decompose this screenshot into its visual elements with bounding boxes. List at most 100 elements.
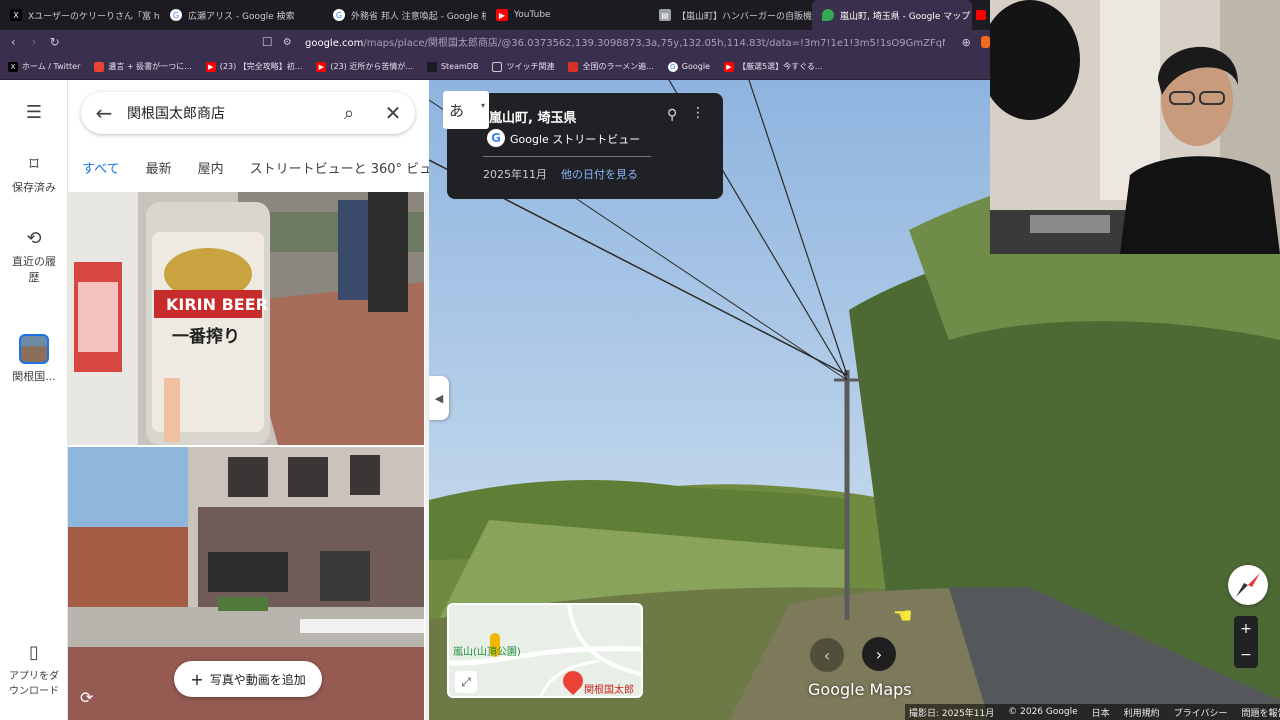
google-icon: G xyxy=(667,61,678,72)
bookmark-item[interactable]: 全国のラーメン遍... xyxy=(568,61,654,72)
photo-beer-can[interactable]: KIRIN BEER 一番搾り xyxy=(68,192,424,445)
address-bar[interactable]: google.com/maps/place/関根国太郎商店/@36.037356… xyxy=(305,34,945,49)
zoom-out-button[interactable]: − xyxy=(1234,642,1258,668)
close-icon[interactable]: ✕ xyxy=(371,101,415,125)
compass-icon[interactable] xyxy=(1228,565,1268,605)
bookmark-twitter[interactable]: X ホーム / Twitter xyxy=(8,61,80,72)
bookmark-star-icon[interactable]: ☐ xyxy=(262,35,273,49)
map-footer: 撮影日: 2025年11月 © 2026 Google 日本 利用規約 プライバ… xyxy=(905,704,1280,720)
photo-tabs: すべて 最新 屋内 ストリートビューと 360° ビュ xyxy=(68,158,429,192)
search-box[interactable]: ← 関根国太郎商店 ⌕ ✕ xyxy=(81,92,415,134)
bookmark-item[interactable]: ▶ (23) 近所から苦情が... xyxy=(316,61,413,72)
bookmark-label: (23) 近所から苦情が... xyxy=(330,62,413,71)
saved-label: 保存済み xyxy=(12,181,56,194)
bookmark-item[interactable]: ▶ (23) 【完全攻略】初... xyxy=(205,61,302,72)
saved-button[interactable]: ⌑ 保存済み xyxy=(0,154,68,195)
footer-privacy[interactable]: プライバシー xyxy=(1174,706,1228,719)
tab-youtube[interactable]: ▶ YouTube xyxy=(486,0,649,30)
recent-button[interactable]: ⟲ 直近の履歴 xyxy=(0,228,68,285)
google-icon: G xyxy=(487,129,505,147)
google-icon: G xyxy=(333,9,345,21)
bookmark-label: 【厳選5選】今すぐる... xyxy=(737,62,823,71)
tab-article[interactable]: ▤ 【嵐山町】ハンバーガーの自販機を発見し xyxy=(649,0,812,30)
bookmark-item[interactable]: 遺言 + 扱書が一つに... xyxy=(94,61,192,72)
collapse-panel-button[interactable]: ◀ xyxy=(429,376,449,420)
provider-label: Google ストリートビュー xyxy=(510,133,641,146)
place-panel: ← 関根国太郎商店 ⌕ ✕ すべて 最新 屋内 ストリートビューと 360° ビ… xyxy=(68,80,429,720)
tab-twitter[interactable]: X Xユーザーのケリーりさん「富 https://t.co/ xyxy=(0,0,160,30)
back-icon[interactable]: ‹ xyxy=(8,35,19,49)
more-vert-icon[interactable]: ⋮ xyxy=(691,105,705,121)
bookmark-google[interactable]: G Google xyxy=(667,61,710,72)
ime-indicator[interactable]: あ ▾ xyxy=(443,91,489,129)
nav-forward-arrow[interactable]: › xyxy=(862,637,896,671)
webcam-overlay xyxy=(990,0,1280,254)
url-host: google.com xyxy=(305,38,364,49)
recent-label: 直近の履歴 xyxy=(12,255,56,284)
zoom-in-button[interactable]: + xyxy=(1234,616,1258,642)
tab-google-search-1[interactable]: G 広瀬アリス - Google 検索 xyxy=(160,0,323,30)
place-label: 関根国... xyxy=(12,370,56,383)
footer-report[interactable]: 問題を報告 xyxy=(1241,706,1280,719)
capture-date: 2025年11月 xyxy=(483,168,547,181)
tab-all[interactable]: すべて xyxy=(82,158,120,192)
bookmark-label: Google xyxy=(681,62,710,71)
search-input[interactable]: 関根国太郎商店 xyxy=(127,103,327,123)
google-icon: G xyxy=(170,9,182,21)
youtube-icon: ▶ xyxy=(723,61,734,72)
footer-terms[interactable]: 利用規約 xyxy=(1124,706,1160,719)
youtube-icon: ▶ xyxy=(496,9,508,21)
browser-tab-bar: X Xユーザーのケリーりさん「富 https://t.co/ G 広瀬アリス -… xyxy=(0,0,990,30)
download-app-button[interactable]: ▯ アプリをダウンロード xyxy=(0,642,68,697)
bookmark-label: ホーム / Twitter xyxy=(22,62,81,71)
caret-icon: ▾ xyxy=(480,101,485,110)
google-maps-logo: Google Maps xyxy=(808,680,912,699)
tab-street-view[interactable]: ストリートビューと 360° ビュ xyxy=(250,158,429,192)
tab-label: YouTube xyxy=(514,10,551,20)
beer-can-illustration xyxy=(68,192,424,445)
hand-cursor-icon: ☚ xyxy=(893,604,913,629)
reload-icon[interactable]: ↻ xyxy=(49,35,60,49)
minimap-shop-label: 関根国太郎 xyxy=(584,685,634,696)
tab-latest[interactable]: 最新 xyxy=(146,158,172,192)
forward-icon[interactable]: › xyxy=(29,35,40,49)
nav-back-arrow[interactable]: ‹ xyxy=(810,638,844,672)
footer-capture-date: 撮影日: 2025年11月 xyxy=(909,708,995,719)
menu-button[interactable]: ☰ xyxy=(0,102,68,127)
maps-pin-icon xyxy=(822,9,834,21)
add-photo-button[interactable]: + 写真や動画を追加 xyxy=(174,661,322,697)
minimap[interactable]: 嵐山(山頂公園) 関根国太郎 ⤢ xyxy=(447,603,643,698)
other-dates-link[interactable]: 他の日付を見る xyxy=(561,166,638,182)
bookmark-label: SteamDB xyxy=(440,62,479,71)
plus-icon: + xyxy=(190,669,204,689)
tab-label: 【嵐山町】ハンバーガーの自販機を発見し xyxy=(677,11,812,22)
expand-icon[interactable]: ⤢ xyxy=(455,671,477,693)
youtube-icon xyxy=(976,10,986,20)
site-settings-icon[interactable]: ⚙ xyxy=(283,37,292,48)
back-arrow-icon[interactable]: ← xyxy=(81,101,127,125)
brave-shield-icon[interactable] xyxy=(980,36,990,48)
tab-google-search-2[interactable]: G 外務省 邦人 注意喚起 - Google 検索 xyxy=(323,0,486,30)
tab-google-maps[interactable]: 嵐山町, 埼玉県 - Google マップ ✕ xyxy=(812,0,972,30)
bookmark-steamdb[interactable]: SteamDB xyxy=(426,61,479,72)
bookmark-item[interactable]: ▶ 【厳選5選】今すぐる... xyxy=(723,61,823,72)
download-label: アプリをダウンロード xyxy=(9,671,59,697)
search-icon[interactable]: ⌕ xyxy=(327,103,371,124)
bookmark-label: 遺言 + 扱書が一つに... xyxy=(108,62,192,71)
screen: X Xユーザーのケリーりさん「富 https://t.co/ G 広瀬アリス -… xyxy=(0,0,1280,720)
url-path: /maps/place/関根国太郎商店/@36.0373562,139.3098… xyxy=(363,38,945,49)
tab-indoor[interactable]: 屋内 xyxy=(198,158,224,192)
tab-overflow[interactable] xyxy=(972,0,990,30)
zoom-icon[interactable]: ⊕ xyxy=(962,36,971,49)
location-pin-icon[interactable]: ⚲ xyxy=(667,107,677,123)
ramen-icon xyxy=(568,61,579,72)
bookmark-label: 全国のラーメン遍... xyxy=(582,62,654,71)
tab-label: 外務省 邦人 注意喚起 - Google 検索 xyxy=(351,11,486,22)
rotate-360-icon[interactable]: ⟳ xyxy=(80,688,93,707)
recent-place-button[interactable]: 関根国... xyxy=(0,334,68,384)
page-icon: ▤ xyxy=(659,9,671,21)
place-title: 嵐山町, 埼玉県 xyxy=(489,111,577,126)
footer-region[interactable]: 日本 xyxy=(1092,706,1110,719)
footer-copyright: © 2026 Google xyxy=(1008,707,1078,717)
bookmark-folder[interactable]: ツイッチ関連 xyxy=(492,61,554,72)
